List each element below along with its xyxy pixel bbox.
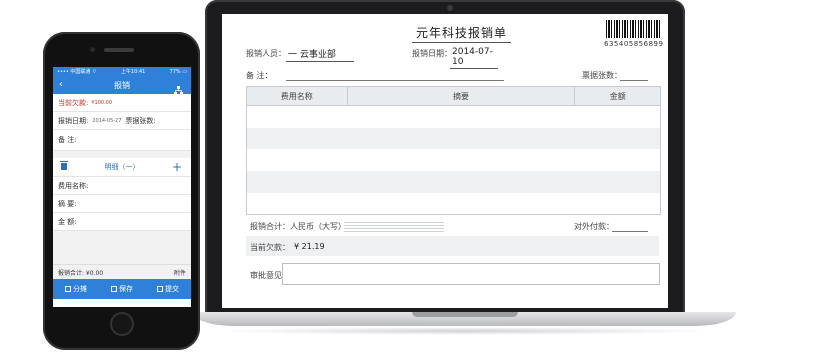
laptop-shadow — [215, 327, 715, 335]
home-button[interactable] — [110, 312, 134, 336]
trash-icon[interactable] — [60, 161, 68, 170]
org-tree-icon[interactable] — [174, 80, 183, 99]
detail-header: 明细（一） + — [53, 158, 191, 177]
laptop-camera — [447, 5, 453, 11]
page-title: 报销 — [114, 81, 130, 90]
save-icon — [111, 286, 117, 292]
current-debt-row: 当前欠款: ¥100.00 — [53, 94, 191, 112]
current-debt-value: ¥100.00 — [91, 99, 113, 106]
date-label: 报销日期: — [58, 116, 89, 125]
barcode-number: 635405856899 — [604, 40, 664, 48]
submit-label: 提交 — [165, 285, 179, 293]
section-gap — [53, 151, 191, 158]
phone-camera — [90, 47, 95, 52]
split-button[interactable]: 分摊 — [65, 284, 87, 294]
current-debt-label: 当前欠款: — [58, 98, 89, 107]
add-icon[interactable]: + — [172, 160, 182, 174]
current-debt-value: ¥ 21.19 — [294, 242, 325, 251]
column-header: 金额 — [609, 91, 626, 101]
external-payment-field[interactable] — [612, 231, 648, 232]
table-row[interactable] — [247, 171, 660, 193]
remark-row[interactable]: 备 注: — [53, 130, 191, 151]
external-payment-label: 对外付款： — [574, 222, 614, 231]
phone-speaker — [104, 48, 134, 52]
phone-screen: •••• 中国联通 ⌔ 上午10:41 77% ▭ ‹ 报销 当前欠款: ¥10… — [53, 67, 191, 307]
applicant-label: 报销人员： — [246, 49, 286, 58]
total-currency-label: 人民币（大写） — [290, 222, 346, 231]
date-label: 报销日期： — [412, 49, 452, 58]
invoice-count-label: 票据张数： — [582, 71, 622, 80]
carrier-signal: •••• 中国联通 ⌔ — [57, 69, 97, 75]
expense-name-label: 费用名称: — [58, 181, 89, 190]
table-header: 费用名称 摘要 金额 — [247, 87, 660, 106]
expense-table: 费用名称 摘要 金额 — [246, 86, 661, 216]
laptop-notch — [412, 312, 518, 317]
save-button[interactable]: 保存 — [111, 284, 133, 294]
amount-label: 金 额: — [58, 217, 77, 226]
summary-row[interactable]: 摘 要: — [53, 195, 191, 213]
column-header: 费用名称 — [247, 87, 348, 105]
submit-button[interactable]: 提交 — [157, 284, 179, 294]
battery-status: 77% ▭ — [169, 68, 187, 75]
barcode-icon — [606, 20, 662, 38]
status-time: 上午10:41 — [120, 69, 146, 75]
remark-label: 备 注: — [58, 136, 77, 144]
expense-form-window: 元年科技报销单 635405856899 报销人员： 一 云事业部 报销日期： … — [222, 14, 668, 308]
applicant-field[interactable]: 一 云事业部 — [286, 47, 354, 62]
submit-icon — [157, 286, 163, 292]
nav-bar: ‹ 报销 — [53, 76, 191, 95]
remark-label: 备 注： — [246, 71, 273, 80]
date-row[interactable]: 报销日期: 2014-05-27 票据张数: — [53, 112, 191, 130]
form-title: 元年科技报销单 — [412, 24, 512, 43]
current-debt-label: 当前欠款： — [250, 243, 290, 252]
total-label: 报销合计： — [250, 222, 290, 231]
empty-area — [53, 231, 191, 264]
table-row[interactable] — [247, 106, 660, 128]
detail-title: 明细（一） — [104, 163, 140, 171]
table-row[interactable] — [247, 149, 660, 171]
invoice-count-label: 票据张数: — [125, 116, 156, 125]
footer-toolbar: 分摊 保存 提交 — [53, 279, 191, 299]
date-field[interactable]: 2014-07-10 — [450, 47, 498, 69]
summary-label: 摘 要: — [58, 199, 77, 208]
save-label: 保存 — [119, 285, 133, 293]
total-label: 报销合计: ¥0.00 — [58, 269, 104, 277]
table-row[interactable] — [247, 193, 660, 215]
split-icon — [65, 286, 71, 292]
split-label: 分摊 — [73, 285, 87, 293]
invoice-count-field[interactable] — [620, 80, 648, 81]
date-value: 2014-05-27 — [92, 117, 122, 124]
table-row[interactable] — [247, 127, 660, 150]
column-header: 摘要 — [348, 87, 576, 105]
total-amount-field — [344, 220, 444, 232]
total-bar: 报销合计: ¥0.00 附件 — [53, 264, 191, 279]
approval-input[interactable] — [282, 263, 660, 285]
amount-row[interactable]: 金 额: — [53, 213, 191, 231]
expense-name-row[interactable]: 费用名称: — [53, 177, 191, 195]
status-bar: •••• 中国联通 ⌔ 上午10:41 77% ▭ — [53, 67, 191, 76]
remark-field[interactable] — [286, 80, 504, 81]
attachment-link[interactable]: 附件 — [174, 268, 186, 277]
